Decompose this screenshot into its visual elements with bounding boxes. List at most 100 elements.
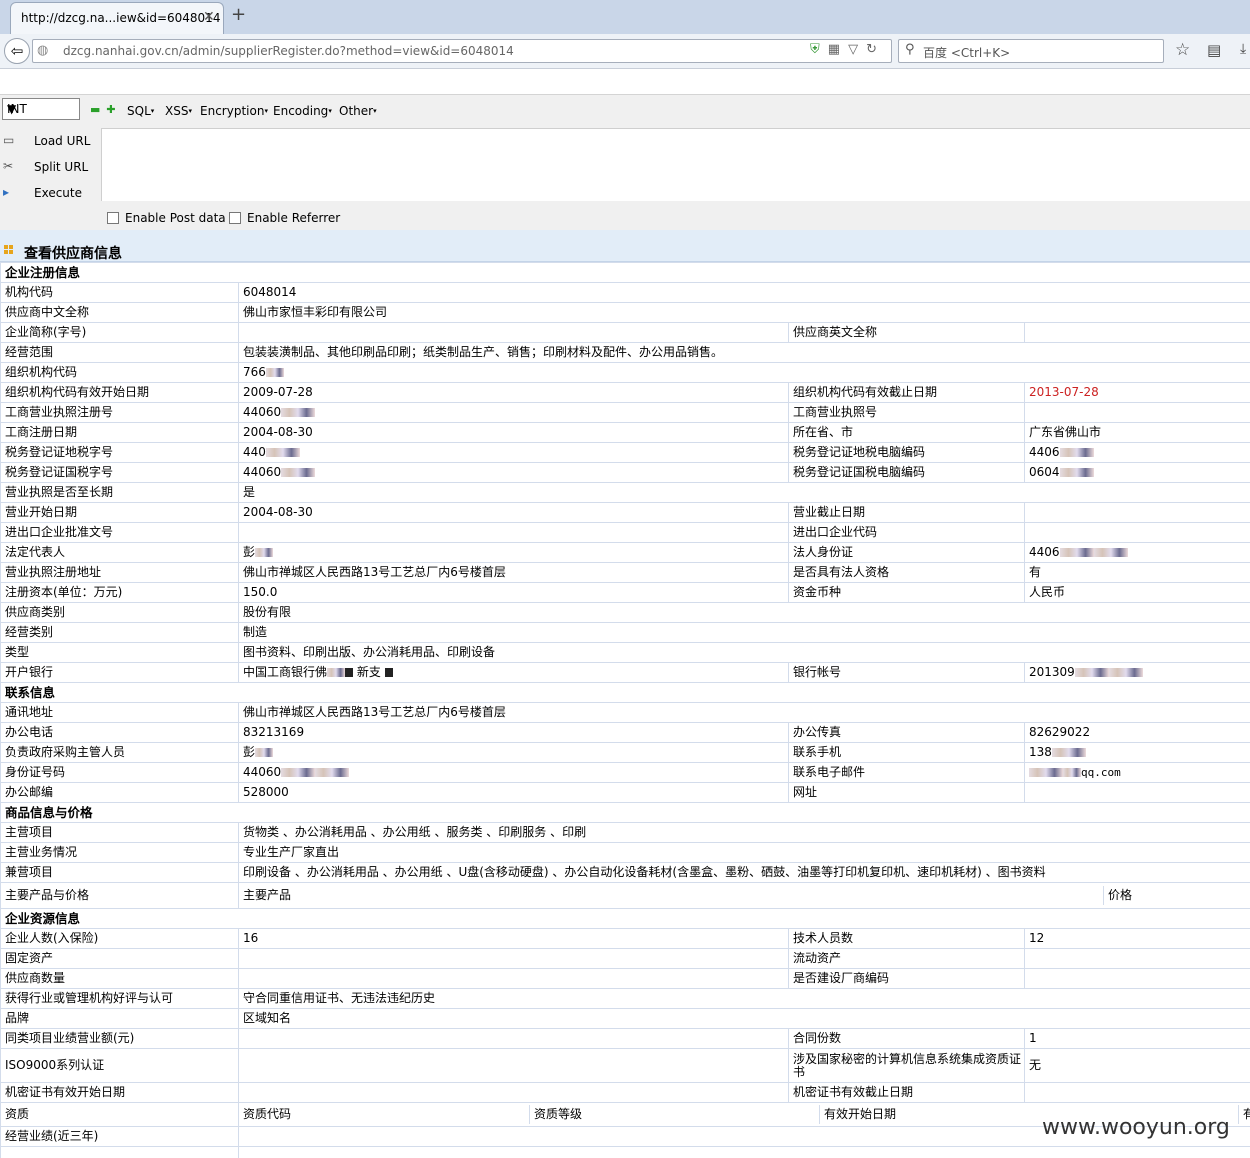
page-rows-e1-l2: 技术人员数	[788, 928, 1025, 949]
page-rows-r8-v2: 广东省佛山市	[1023, 422, 1250, 443]
reload-icon[interactable]: ↻	[866, 42, 885, 57]
page-rows-r15-v: 佛山市禅城区人民西路13号工艺总厂内6号楼首层	[238, 562, 789, 583]
redacted-block	[384, 668, 393, 677]
table-cell: 彭	[238, 742, 789, 763]
hackbar-menus-1: XSS	[165, 104, 189, 118]
page-rows-r4-v: 包装装潢制品、其他印刷品印刷；纸类制品生产、销售；印刷材料及配件、办公用品销售。	[237, 342, 1250, 363]
enable-post-data-checkbox[interactable]: Enable Post data	[107, 211, 226, 225]
page-rows-r14-l: 法定代表人	[0, 542, 239, 563]
redacted-block	[1051, 748, 1086, 757]
page-rows-r10-l: 税务登记证国税字号	[0, 462, 239, 483]
download-icon[interactable]: ⤓	[1240, 41, 1246, 57]
page-rows-r8-v: 2004-08-30	[238, 422, 789, 443]
table-cell: 主要产品 价格	[237, 882, 1250, 909]
watermark: www.wooyun.org	[1042, 1115, 1230, 1140]
bookmark-star-icon[interactable]: ☆	[1175, 40, 1190, 60]
table-cell	[0, 1146, 239, 1158]
page-rows-r19-l: 类型	[0, 642, 239, 663]
page-rows-r19-v: 图书资料、印刷出版、办公消耗用品、印刷设备	[237, 642, 1250, 663]
page-rows-r9-l2: 税务登记证地税电脑编码	[788, 442, 1025, 463]
page-rows-r15-l2: 是否具有法人资格	[788, 562, 1025, 583]
table-cell: 138	[1023, 742, 1250, 763]
page-rows-c5-l2: 网址	[788, 782, 1025, 803]
page-rows-r9-v: 440	[243, 445, 266, 459]
redacted-block	[315, 768, 350, 777]
page-rows-r13-v2	[1023, 522, 1250, 543]
page-rows-r3-v	[238, 322, 789, 343]
shield-icon[interactable]: ⛨	[810, 42, 828, 57]
page-rows-e9-h4: 有	[1239, 1105, 1250, 1124]
page-rows-c5-v: 528000	[238, 782, 789, 803]
page-rows-e2-l2: 流动资产	[788, 948, 1025, 969]
page-rows-c3-v: 彭	[243, 745, 256, 759]
page-rows-r12-v: 2004-08-30	[238, 502, 789, 523]
table-cell: 4406	[1023, 442, 1250, 463]
menu-encoding[interactable]: Encoding▾	[273, 104, 332, 118]
split-url-button[interactable]: ✂ Split URL	[0, 155, 100, 179]
reading-list-icon[interactable]: ▤	[1207, 41, 1221, 59]
page-rows-g4-l: 主要产品与价格	[0, 882, 239, 909]
menu-other[interactable]: Other▾	[339, 104, 377, 118]
page-rows-e3-v2	[1023, 968, 1250, 989]
execute-button[interactable]: ▸ Execute	[0, 181, 100, 205]
page-rows-r3-v2	[1023, 322, 1250, 343]
url-bar[interactable]: ◍ dzcg.nanhai.gov.cn/admin/supplierRegis…	[32, 39, 892, 63]
load-url-button[interactable]: ▭ Load URL	[0, 129, 100, 153]
menu-encryption[interactable]: Encryption▾	[200, 104, 268, 118]
page-rows-r17-l: 供应商类别	[0, 602, 239, 623]
page-rows-c4-l2: 联系电子邮件	[788, 762, 1025, 783]
dropdown-icon[interactable]: ▽	[848, 42, 866, 57]
menu-sql[interactable]: SQL▾	[127, 104, 154, 118]
page-rows-c4-v: 44060	[243, 765, 282, 779]
page-rows-r9-l: 税务登记证地税字号	[0, 442, 239, 463]
page-rows-c2-l: 办公电话	[0, 722, 239, 743]
page-rows-r4-l: 经营范围	[0, 342, 239, 363]
page-rows-r18-v: 制造	[237, 622, 1250, 643]
page-rows-r6-l: 组织机构代码有效开始日期	[0, 382, 239, 403]
page-rows-r16-v2: 人民币	[1023, 582, 1250, 603]
browser-tab[interactable]: http://dzcg.na...iew&id=6048014 ✕	[10, 2, 224, 35]
search-placeholder: 百度 <Ctrl+K>	[923, 46, 1011, 60]
table-cell: 440	[238, 442, 789, 463]
page-rows-e10-l: 经营业绩(近三年)	[0, 1126, 239, 1147]
page-rows-e1-v2: 12	[1023, 928, 1250, 949]
page-rows-g2-l: 主营业务情况	[0, 842, 239, 863]
page-rows-r7-l: 工商营业执照注册号	[0, 402, 239, 423]
page-rows-g3-l: 兼营项目	[0, 862, 239, 883]
hackbar-url-textarea[interactable]	[101, 128, 1250, 201]
page-rows-r10-l2: 税务登记证国税电脑编码	[788, 462, 1025, 483]
page-rows-r6-l2: 组织机构代码有效截止日期	[788, 382, 1025, 403]
redacted-block	[1108, 668, 1143, 677]
hackbar-menus-2: Encryption	[200, 104, 265, 118]
redacted-block	[1093, 548, 1128, 557]
page-rows-e7-l2: 涉及国家秘密的计算机信息系统集成资质证书	[788, 1048, 1025, 1083]
menu-xss[interactable]: XSS▾	[165, 104, 192, 118]
search-box[interactable]: ⚲ 百度 <Ctrl+K>	[898, 39, 1164, 63]
page-rows-c1-v: 佛山市禅城区人民西路13号工艺总厂内6号楼首层	[237, 702, 1250, 723]
page-rows-r13-l: 进出口企业批准文号	[0, 522, 239, 543]
page-rows-c5-l: 办公邮编	[0, 782, 239, 803]
page-rows-e5-l: 品牌	[0, 1008, 239, 1029]
page-rows-e3-l2: 是否建设厂商编码	[788, 968, 1025, 989]
new-tab-icon[interactable]: +	[231, 4, 246, 25]
page-rows-e7-v2: 无	[1023, 1048, 1250, 1083]
page-rows-e9-l: 资质	[0, 1102, 239, 1127]
close-icon[interactable]: ✕	[203, 9, 215, 25]
redacted-block	[255, 748, 274, 757]
page-rows-c5-v2	[1023, 782, 1250, 803]
page-rows-r3-l2: 供应商英文全称	[788, 322, 1025, 343]
page-rows-g4-h2: 价格	[1108, 888, 1133, 902]
type-select[interactable]: INT ▼	[2, 98, 80, 120]
redacted-block	[345, 668, 354, 677]
page-rows-r2-l: 供应商中文全称	[0, 302, 239, 323]
page-rows-r3-l: 企业简称(字号)	[0, 322, 239, 343]
qr-icon[interactable]: ▦	[828, 42, 848, 57]
enable-referrer-checkbox[interactable]: Enable Referrer	[229, 211, 340, 225]
arrow-left-icon: ⇦	[10, 42, 24, 60]
back-button[interactable]: ⇦	[4, 38, 30, 64]
page-rows-e5-v: 区域知名	[237, 1008, 1250, 1029]
page-rows-e2-v	[238, 948, 789, 969]
plus-minus-icon[interactable]: ▬✚	[90, 103, 122, 116]
page-rows-r16-l2: 资金币种	[788, 582, 1025, 603]
page-rows-e9-h2: 资质等级	[529, 1105, 820, 1124]
